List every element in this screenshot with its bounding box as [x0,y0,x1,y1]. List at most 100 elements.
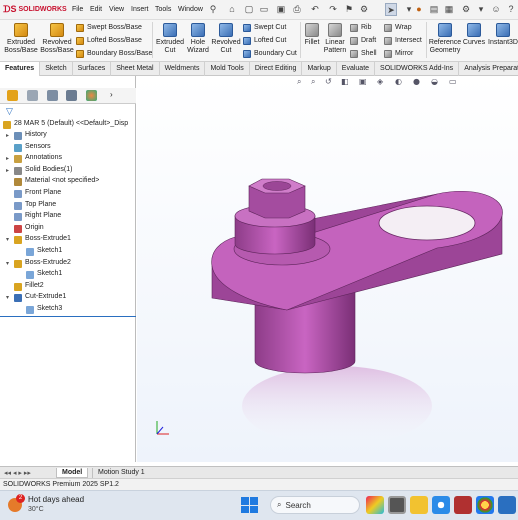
select-pointer-icon[interactable]: ➤ [385,3,397,16]
solidworks-taskbar-icon[interactable] [454,496,472,514]
tree-item[interactable]: Top Plane [0,201,136,212]
tree-item[interactable]: Right Plane [0,212,136,223]
options-icon[interactable]: ⚙ [358,3,370,16]
menu-tools[interactable]: Tools [155,6,171,13]
file-explorer-icon[interactable] [410,496,428,514]
mirror-button[interactable]: Mirror [384,48,428,59]
edge-icon[interactable] [432,496,450,514]
lofted-cut-button[interactable]: Lofted Cut [243,35,301,46]
tree-item[interactable]: Fillet2 [0,282,136,293]
tab-analysis-preparation[interactable]: Analysis Preparation [459,62,518,76]
save-icon[interactable]: ▣ [275,3,287,16]
tab-motion-study-1[interactable]: Motion Study 1 [92,468,150,478]
extruded-boss-base-button[interactable]: Extruded Boss/Base [3,23,39,55]
tab-features[interactable]: Features [0,62,41,76]
tree-expander-icon[interactable]: ▸ [6,155,9,162]
tree-item[interactable]: ▾ Boss-Extrude1 [0,235,136,246]
windows-start-icon[interactable] [240,496,258,514]
tree-item[interactable]: Sketch3 [0,305,136,316]
redo-icon[interactable]: ↷ [327,3,339,16]
tree-expander-icon[interactable]: ▸ [6,167,9,174]
tree-item[interactable]: Front Plane [0,189,136,200]
wrap-button[interactable]: Wrap [384,22,428,33]
configuration-manager-tab-icon[interactable] [47,90,58,101]
task-view-icon[interactable] [388,496,406,514]
property-manager-tab-icon[interactable] [27,90,38,101]
tab-sketch[interactable]: Sketch [40,62,73,76]
intersect-button[interactable]: Intersect [384,35,428,46]
solidworks-logo[interactable]: ᗪS SOLIDWORKS [3,4,67,15]
weather-widget[interactable]: 2 Hot days ahead 30°C [8,494,98,516]
options-gear-icon[interactable]: ⚙ [460,3,472,16]
boundary-boss-base-button[interactable]: Boundary Boss/Base [76,48,158,59]
section-view-icon[interactable]: ◧ [341,77,349,86]
heads-up-view-toolbar[interactable]: ⌕ ⌕ ↺ ◧ ▣ ◈ ◐ ● ◒ ▭ [297,77,457,86]
rebuild-light-icon[interactable]: ● [413,3,425,16]
lofted-boss-base-button[interactable]: Lofted Boss/Base [76,35,158,46]
curves-button[interactable]: Curves [462,23,486,47]
tree-expander-icon[interactable]: ▾ [6,236,9,243]
reference-geometry-button[interactable]: Reference Geometry [428,23,462,55]
tab-nav-arrows-icon[interactable]: ◂◂ ◂ ▸ ▸▸ [4,469,31,477]
new-document-icon[interactable]: ▢ [243,3,255,16]
rollback-bar[interactable] [0,316,136,317]
help-icon[interactable]: ? [505,3,517,16]
grid-icon[interactable]: ▦ [443,3,455,16]
previous-view-icon[interactable]: ↺ [325,77,332,86]
menu-window[interactable]: Window [178,6,203,13]
print-icon[interactable]: ⎙ [291,3,303,16]
zoom-fit-icon[interactable]: ⌕ [297,77,301,86]
swept-boss-base-button[interactable]: Swept Boss/Base [76,22,158,33]
tab-surfaces[interactable]: Surfaces [73,62,112,76]
apply-scene-icon[interactable]: ◒ [431,77,438,86]
tab-direct-editing[interactable]: Direct Editing [250,62,303,76]
revolved-boss-base-button[interactable]: Revolved Boss/Base [40,23,74,55]
boundary-cut-button[interactable]: Boundary Cut [243,48,301,59]
view-orientation-icon[interactable]: ▣ [359,77,367,86]
filter-icon[interactable]: ▽ [6,106,13,117]
tree-item[interactable]: Origin [0,224,136,235]
display-manager-tab-icon[interactable] [86,90,97,101]
hide-show-icon[interactable]: ◐ [395,77,402,86]
copilot-icon[interactable] [366,496,384,514]
measure-icon[interactable]: ▤ [428,3,440,16]
zoom-area-icon[interactable]: ⌕ [311,77,315,86]
hole-wizard-button[interactable]: Hole Wizard [185,23,211,55]
extruded-cut-button[interactable]: Extruded Cut [155,23,185,55]
edit-appearance-icon[interactable]: ● [413,77,420,86]
tab-markup[interactable]: Markup [302,62,337,76]
tab-mold-tools[interactable]: Mold Tools [205,62,250,76]
tab-evaluate[interactable]: Evaluate [337,62,376,76]
home-icon[interactable]: ⌂ [226,3,238,16]
swept-cut-button[interactable]: Swept Cut [243,22,301,33]
instant3d-button[interactable]: Instant3D [488,23,518,47]
fillet-button[interactable]: Fillet [303,23,321,47]
menu-file[interactable]: File [72,6,83,13]
tree-item[interactable]: Sensors [0,143,136,154]
tree-item[interactable]: ▸ History [0,131,136,142]
rebuild-icon[interactable]: ⚑ [343,3,355,16]
view-settings-icon[interactable]: ▭ [449,77,457,86]
tree-item[interactable]: ▸ Annotations [0,154,136,165]
dimxpert-manager-tab-icon[interactable] [66,90,77,101]
tree-item[interactable]: ▾ Boss-Extrude2 [0,259,136,270]
taskbar-search[interactable]: ⌕ Search [270,496,360,514]
graphics-area[interactable]: ⌕ ⌕ ↺ ◧ ▣ ◈ ◐ ● ◒ ▭ [137,76,518,462]
menu-insert[interactable]: Insert [131,6,149,13]
tree-expander-icon[interactable]: ▸ [6,132,9,139]
menu-view[interactable]: View [109,6,124,13]
feature-manager-tab-icon[interactable] [7,90,18,101]
tree-item[interactable]: Sketch1 [0,247,136,258]
tree-item[interactable]: Material <not specified> [0,177,136,188]
user-icon[interactable]: ☺ [490,3,502,16]
open-folder-icon[interactable]: ▭ [258,3,270,16]
options-dropdown-icon[interactable]: ▾ [475,3,487,16]
revolved-cut-button[interactable]: Revolved Cut [211,23,241,55]
tab-weldments[interactable]: Weldments [160,62,206,76]
tab-model[interactable]: Model [56,468,89,478]
store-icon[interactable] [498,496,516,514]
linear-pattern-button[interactable]: Linear Pattern [322,23,348,55]
menu-edit[interactable]: Edit [90,6,102,13]
tree-item[interactable]: ▸ Solid Bodies(1) [0,166,136,177]
tree-expander-icon[interactable]: ▾ [6,294,9,301]
